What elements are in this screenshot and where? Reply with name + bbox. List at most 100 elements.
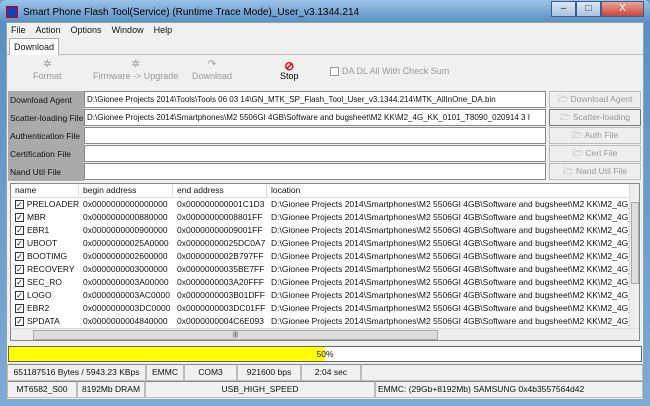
table-row[interactable]: ✓ EBR1 0x0000000000900000 0x00000000009001F…	[11, 224, 639, 237]
status-dram: 8192Mb DRAM	[77, 381, 145, 398]
vertical-scrollbar[interactable]	[629, 184, 639, 329]
stop-button[interactable]: ⊘ Stop	[280, 59, 299, 81]
scatter-loading-input[interactable]: D:\Gionee Projects 2014\Smartphones\M2 5…	[84, 109, 546, 126]
menu-help[interactable]: Help	[154, 25, 173, 35]
status-empty	[361, 364, 643, 381]
table-row[interactable]: ✓ MBR 0x0000000000880000 0x00000000008801FF…	[11, 211, 639, 224]
cell-location: D:\Gionee Projects 2014\Smartphones\M2 5…	[271, 212, 631, 222]
cell-name: ✓ RECOVERY	[11, 263, 79, 276]
table-row[interactable]: ✓ PRELOADER 0x0000000000000000 0x0000000000…	[11, 198, 639, 211]
cell-begin-address: 0x00000000025A0000	[83, 238, 169, 248]
scroll-thumb[interactable]	[631, 202, 639, 284]
download-agent-button[interactable]: 🗁 Download Agent	[549, 91, 641, 108]
checkbox[interactable]: ✓	[15, 265, 24, 274]
button-label: Cert File	[585, 148, 618, 158]
column-begin-address[interactable]: begin address	[79, 184, 173, 197]
file-row-scatter: Scatter-loading File D:\Gionee Projects …	[7, 109, 643, 127]
toolbar: ✲ Format ✲ Firmware -> Upgrade ↷ Download ⊘…	[7, 57, 643, 89]
button-label: Scatter-loading	[572, 112, 631, 122]
cell-location: D:\Gionee Projects 2014\Smartphones\M2 5…	[271, 199, 631, 209]
table-row[interactable]: ✓ UBOOT 0x00000000025A0000 0x00000000025DC0…	[11, 237, 639, 250]
table-row[interactable]: ✓ SPDATA 0x0000000004840000 0x0000000004C6E…	[11, 315, 639, 328]
scroll-thumb[interactable]: |||	[33, 330, 438, 340]
cell-begin-address: 0x0000000003DC0000	[83, 303, 171, 313]
menu-window[interactable]: Window	[112, 25, 144, 35]
partition-name: SPDATA	[27, 316, 60, 326]
download-agent-input[interactable]: D:\Gionee Projects 2014\Tools\Tools 06 0…	[84, 91, 546, 108]
cert-file-input[interactable]	[84, 145, 546, 162]
horizontal-scrollbar[interactable]: |||	[11, 328, 639, 340]
checkbox[interactable]: ✓	[15, 200, 24, 209]
auth-file-button[interactable]: 🗁 Auth File	[549, 127, 641, 144]
close-button[interactable]: X	[601, 1, 644, 17]
cell-location: D:\Gionee Projects 2014\Smartphones\M2 5…	[271, 238, 631, 248]
table-row[interactable]: ✓ BOOTIMG 0x0000000002600000 0x0000000002B7…	[11, 250, 639, 263]
menu-file[interactable]: File	[11, 25, 26, 35]
file-row-download-agent: Download Agent D:\Gionee Projects 2014\T…	[7, 91, 643, 109]
partition-name: RECOVERY	[27, 264, 75, 274]
button-label: Auth File	[584, 130, 618, 140]
partition-table: name begin address end address location …	[10, 183, 640, 341]
cell-end-address: 0x00000000009001FF	[177, 225, 263, 235]
checkbox[interactable]: ✓	[15, 226, 24, 235]
checkbox[interactable]: ✓	[15, 278, 24, 287]
field-label: Scatter-loading File	[8, 109, 84, 127]
cell-end-address: 0x00000000025DC0A7	[177, 238, 266, 248]
format-button[interactable]: ✲ Format	[33, 59, 62, 81]
partition-name: UBOOT	[27, 238, 58, 248]
cell-end-address: 0x0000000002B797FF	[177, 251, 264, 261]
cell-end-address: 0x000000000001C1D3	[177, 199, 265, 209]
format-icon: ✲	[43, 59, 52, 70]
cell-location: D:\Gionee Projects 2014\Smartphones\M2 5…	[271, 225, 631, 235]
file-row-cert: Certification File 🗁 Cert File	[7, 145, 643, 163]
checkbox[interactable]: ✓	[15, 317, 24, 326]
window-title: Smart Phone Flash Tool(Service) (Runtime…	[23, 6, 360, 18]
menu-options[interactable]: Options	[71, 25, 102, 35]
column-name[interactable]: name	[11, 184, 79, 197]
status-bar-1: 651187516 Bytes / 5943.23 KBps EMMC COM3…	[7, 364, 643, 381]
cell-begin-address: 0x0000000002600000	[83, 251, 168, 261]
checkbox[interactable]: ✓	[15, 304, 24, 313]
table-row[interactable]: ✓ EBR2 0x0000000003DC0000 0x0000000003DC01F…	[11, 302, 639, 315]
cert-file-button[interactable]: 🗁 Cert File	[549, 145, 641, 162]
progress-label: 50%	[316, 349, 334, 359]
firmware-upgrade-button[interactable]: ✲ Firmware -> Upgrade	[93, 59, 178, 81]
cell-location: D:\Gionee Projects 2014\Smartphones\M2 5…	[271, 303, 631, 313]
status-chip: MT6582_S00	[7, 381, 77, 398]
cell-name: ✓ EBR2	[11, 302, 79, 315]
minimize-button[interactable]: –	[551, 1, 576, 17]
column-location[interactable]: location	[267, 184, 631, 197]
cell-name: ✓ EBR1	[11, 224, 79, 237]
file-row-nand: Nand Util File 🗁 Nand Util File	[7, 163, 643, 181]
download-button[interactable]: ↷ Download	[192, 59, 232, 81]
checkbox-icon	[330, 66, 339, 76]
nand-util-button[interactable]: 🗁 Nand Util File	[549, 163, 641, 180]
cell-name: ✓ BOOTIMG	[11, 250, 79, 263]
cell-end-address: 0x0000000003B01DFF	[177, 290, 265, 300]
table-row[interactable]: ✓ RECOVERY 0x0000000003000000 0x00000000035…	[11, 263, 639, 276]
auth-file-input[interactable]	[84, 127, 546, 144]
cell-begin-address: 0x0000000003A00000	[83, 277, 169, 287]
table-header: name begin address end address location	[11, 184, 639, 198]
nand-util-input[interactable]	[84, 163, 546, 180]
status-storage: EMMC	[146, 364, 184, 381]
status-usb: USB_HIGH_SPEED	[145, 381, 375, 398]
scatter-loading-button[interactable]: 🗁 Scatter-loading	[549, 109, 641, 126]
column-end-address[interactable]: end address	[173, 184, 267, 197]
cell-location: D:\Gionee Projects 2014\Smartphones\M2 5…	[271, 277, 631, 287]
checkbox[interactable]: ✓	[15, 291, 24, 300]
cell-name: ✓ SEC_RO	[11, 276, 79, 289]
checkbox[interactable]: ✓	[15, 213, 24, 222]
field-label: Certification File	[8, 145, 84, 163]
tab-download[interactable]: Download	[9, 38, 60, 55]
checksum-checkbox[interactable]: DA DL All With Check Sum	[330, 66, 449, 76]
table-row[interactable]: ✓ LOGO 0x0000000003AC0000 0x0000000003B01DF…	[11, 289, 639, 302]
button-label: Download Agent	[570, 94, 633, 104]
status-baud: 921600 bps	[237, 364, 301, 381]
checkbox[interactable]: ✓	[15, 239, 24, 248]
cell-location: D:\Gionee Projects 2014\Smartphones\M2 5…	[271, 251, 631, 261]
table-row[interactable]: ✓ SEC_RO 0x0000000003A00000 0x0000000003A20…	[11, 276, 639, 289]
checkbox[interactable]: ✓	[15, 252, 24, 261]
menu-action[interactable]: Action	[36, 25, 61, 35]
maximize-button[interactable]: □	[576, 1, 601, 17]
